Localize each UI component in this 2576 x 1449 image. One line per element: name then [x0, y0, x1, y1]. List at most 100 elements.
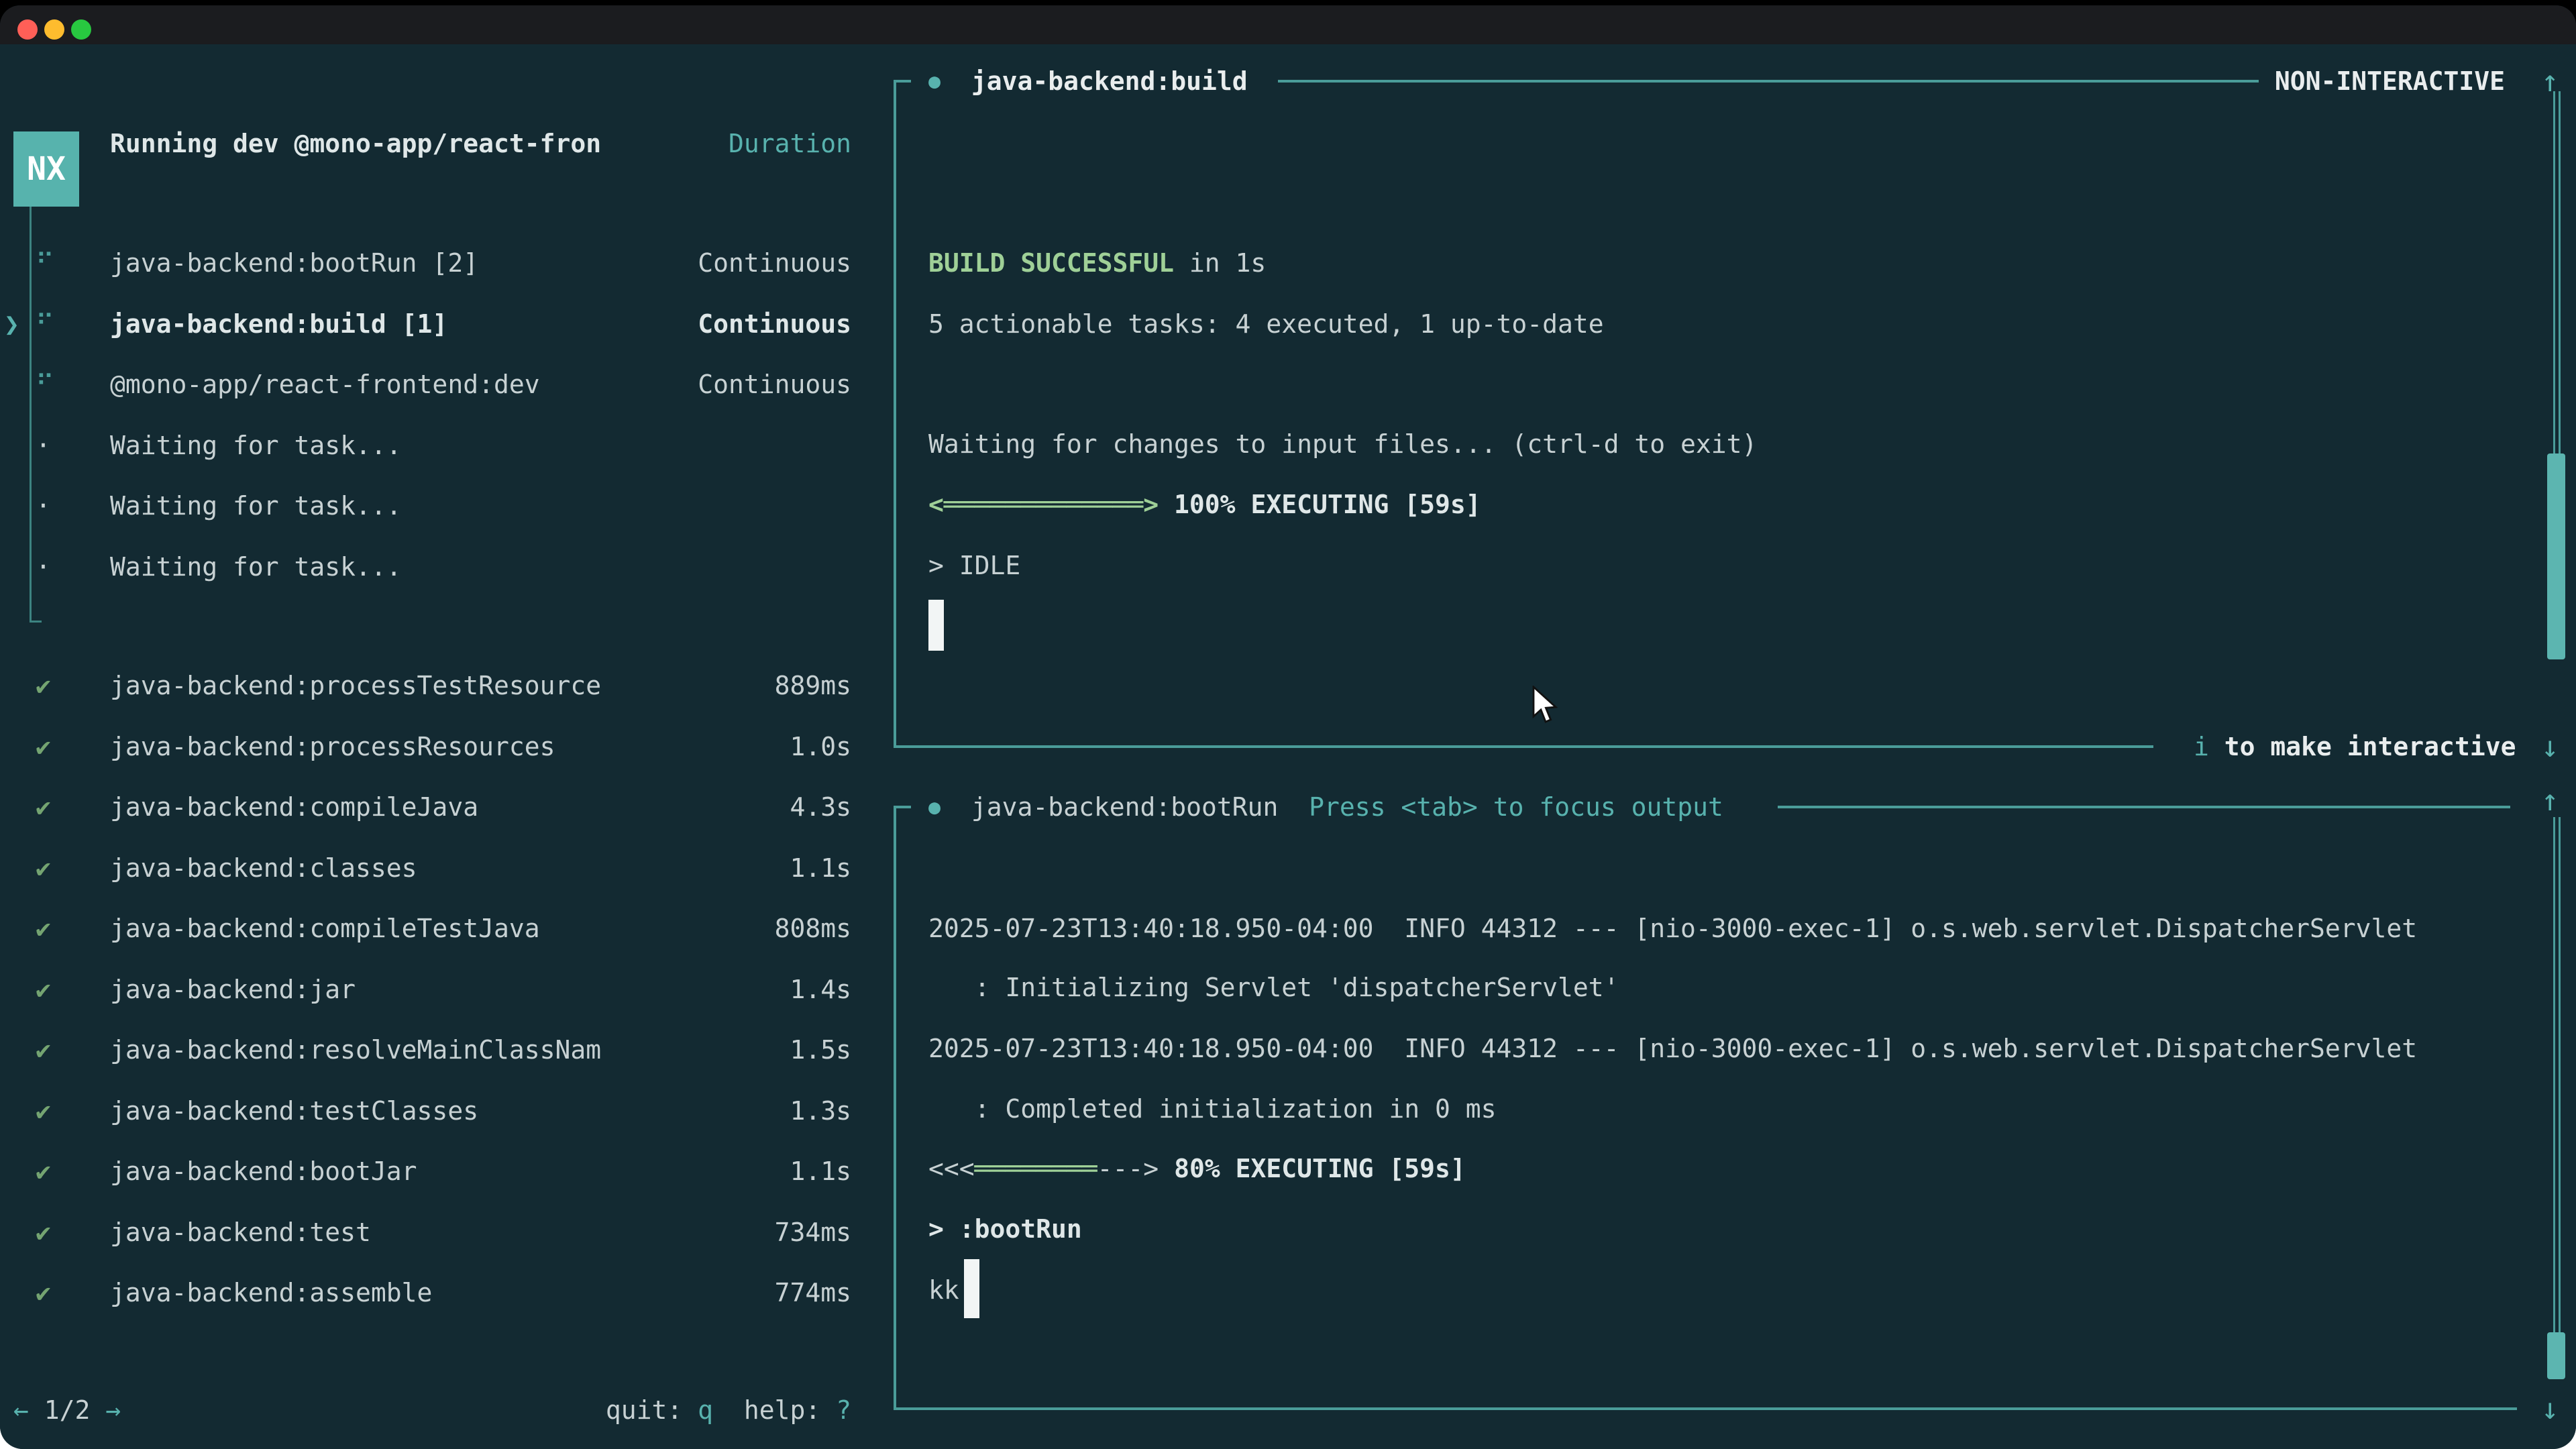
- top-panel-header: ● java-backend:build NON-INTERACTIVE: [928, 51, 2505, 111]
- check-icon: ✔: [36, 914, 51, 943]
- task-label: Waiting for task...: [110, 491, 402, 521]
- check-icon: ✔: [36, 792, 51, 822]
- task-row-active[interactable]: ⠋@mono-app/react-frontend:devContinuous: [0, 354, 872, 415]
- top-scrollbar-thumb[interactable]: [2547, 453, 2565, 659]
- top-progress-label: 100% EXECUTING [59s]: [1159, 490, 1481, 519]
- sp2: [713, 1395, 744, 1425]
- task-duration: 1.4s: [790, 975, 851, 1004]
- check-icon: ✔: [36, 1096, 51, 1126]
- terminal-input-text[interactable]: kk: [928, 1260, 959, 1320]
- check-icon: ✔: [36, 732, 51, 761]
- task-row-active[interactable]: · Waiting for task...: [0, 476, 872, 536]
- task-label: java-backend:bootRun [2]: [110, 248, 478, 278]
- bottom-progress-label: 80% EXECUTING [59s]: [1159, 1154, 1466, 1183]
- log-line: : Initializing Servlet 'dispatcherServle…: [928, 957, 1619, 1018]
- top-panel-scroll-down-icon[interactable]: ↓: [2541, 716, 2559, 777]
- pager-prev-arrow[interactable]: ←: [13, 1395, 29, 1425]
- task-row-completed[interactable]: ✔ java-backend:processTestResource 889ms: [0, 655, 872, 716]
- check-icon: ✔: [36, 1157, 51, 1186]
- spinner-icon: ⠋: [36, 248, 54, 278]
- task-row-completed[interactable]: ✔java-backend:processResources1.0s: [0, 716, 872, 777]
- window-titlebar: [0, 5, 2576, 44]
- terminal-screen: NX Running dev @mono-app/react-fron Dura…: [0, 44, 2576, 1449]
- pager-next-arrow[interactable]: →: [105, 1395, 121, 1425]
- task-row-completed[interactable]: ✔ java-backend:compileTestJava 808ms: [0, 898, 872, 959]
- task-row-completed[interactable]: ✔java-backend:testClasses1.3s: [0, 1081, 872, 1141]
- task-row-active[interactable]: ❯⠋java-backend:build [1]Continuous: [0, 294, 872, 354]
- minimize-window-button[interactable]: [44, 19, 64, 40]
- check-icon: ✔: [36, 853, 51, 883]
- tree-guide-foot: [30, 621, 42, 623]
- check-icon: ✔: [36, 671, 51, 700]
- task-label: java-backend:compileTestJava: [110, 914, 540, 943]
- task-duration: Continuous: [698, 370, 851, 399]
- task-row-completed[interactable]: ✔ java-backend:bootJar 1.1s: [0, 1141, 872, 1201]
- top-panel-bullet-icon: ●: [928, 70, 941, 93]
- top-panel-title: java-backend:build: [971, 66, 1248, 96]
- check-icon: ✔: [36, 1218, 51, 1247]
- bottom-scrollbar-track-left: [2553, 817, 2555, 1379]
- task-label: java-backend:processTestResource: [110, 671, 601, 700]
- task-duration: Continuous: [698, 248, 851, 278]
- task-label: java-backend:test: [110, 1218, 371, 1247]
- check-icon: ✔: [36, 975, 51, 1004]
- task-row-completed[interactable]: ✔java-backend:compileJava4.3s: [0, 777, 872, 837]
- sidebar-header: Running dev @mono-app/react-fron Duratio…: [110, 113, 851, 174]
- task-row-completed[interactable]: ✔java-backend:resolveMainClassNam1.5s: [0, 1020, 872, 1080]
- help-label: help:: [744, 1395, 820, 1425]
- tasks-summary-line: 5 actionable tasks: 4 executed, 1 up-to-…: [928, 294, 1604, 354]
- selected-task-arrow-icon: ❯: [4, 309, 19, 339]
- task-label: java-backend:jar: [110, 975, 356, 1004]
- bottom-panel-scroll-down-icon[interactable]: ↓: [2541, 1379, 2559, 1439]
- mode-badge: NON-INTERACTIVE: [2275, 66, 2505, 96]
- waiting-dot-icon: ·: [36, 431, 51, 460]
- top-panel-border-left: [894, 80, 896, 747]
- task-label: java-backend:bootJar: [110, 1157, 417, 1186]
- top-panel-cursor: [928, 600, 944, 651]
- task-duration: 889ms: [775, 671, 851, 700]
- build-status-line: BUILD SUCCESSFUL in 1s: [928, 233, 1266, 293]
- idle-line: > IDLE: [928, 535, 1020, 596]
- task-duration: 4.3s: [790, 792, 851, 822]
- footer-keys: quit: q help: ?: [606, 1395, 851, 1425]
- task-duration: 808ms: [775, 914, 851, 943]
- bottom-panel-bullet-icon: ●: [928, 796, 941, 819]
- zoom-window-button[interactable]: [71, 19, 91, 40]
- task-label: java-backend:build [1]: [110, 309, 447, 339]
- task-row-completed[interactable]: ✔java-backend:classes1.1s: [0, 838, 872, 898]
- close-window-button[interactable]: [17, 19, 38, 40]
- sp3: [820, 1395, 836, 1425]
- pager-value: 1/2: [44, 1395, 91, 1425]
- bottom-progress-bar: ════════: [975, 1154, 1097, 1183]
- top-panel-scroll-up-icon[interactable]: ↑: [2541, 51, 2559, 111]
- task-label: java-backend:processResources: [110, 732, 555, 761]
- task-duration: 774ms: [775, 1278, 851, 1307]
- task-row-completed[interactable]: ✔java-backend:assemble774ms: [0, 1263, 872, 1323]
- pager-indicator: [29, 1395, 44, 1425]
- task-row-completed[interactable]: ✔java-backend:test734ms: [0, 1202, 872, 1263]
- bottom-panel-title: java-backend:bootRun: [971, 792, 1279, 822]
- check-icon: ✔: [36, 1278, 51, 1307]
- spinner-icon: ⠋: [36, 370, 54, 399]
- task-duration: Continuous: [698, 309, 851, 339]
- task-row-active[interactable]: ⠋ java-backend:bootRun [2] Continuous: [0, 233, 872, 293]
- check-icon: ✔: [36, 1035, 51, 1065]
- interactive-hint: i to make interactive: [2194, 716, 2516, 777]
- waiting-line: Waiting for changes to input files... (c…: [928, 414, 1757, 474]
- focus-output-hint: Press <tab> to focus output: [1309, 792, 1723, 822]
- bottom-scrollbar-track-right: [2559, 817, 2561, 1379]
- bottom-scrollbar-thumb[interactable]: [2547, 1332, 2565, 1379]
- log-line: : Completed initialization in 0 ms: [928, 1079, 1496, 1139]
- waiting-dot-icon: ·: [36, 491, 51, 521]
- task-row-active[interactable]: ·Waiting for task...: [0, 537, 872, 597]
- task-row-active[interactable]: · Waiting for task...: [0, 415, 872, 476]
- build-status: BUILD SUCCESSFUL: [928, 248, 1174, 278]
- task-row-completed[interactable]: ✔ java-backend:jar 1.4s: [0, 959, 872, 1020]
- task-label: Waiting for task...: [110, 431, 402, 460]
- task-duration: 1.3s: [790, 1096, 851, 1126]
- task-duration: 1.1s: [790, 1157, 851, 1186]
- sidebar-footer: ← 1/2 → quit: q help: ?: [13, 1380, 851, 1440]
- bottom-panel-scroll-up-icon[interactable]: ↑: [2541, 770, 2559, 830]
- sp1: [682, 1395, 698, 1425]
- quit-key: q: [698, 1395, 713, 1425]
